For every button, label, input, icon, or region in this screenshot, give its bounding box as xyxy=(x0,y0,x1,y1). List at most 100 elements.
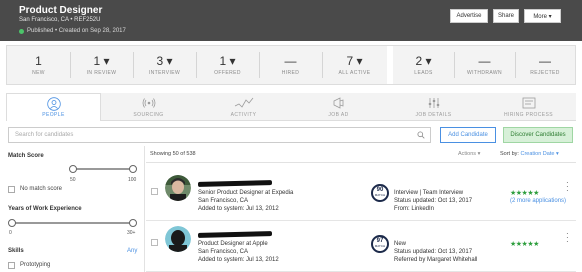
stat-label: REJECTED xyxy=(530,70,560,76)
rating-stars-icon[interactable]: ★★★★★ xyxy=(510,240,539,248)
kebab-menu-icon[interactable]: · · · xyxy=(566,179,569,195)
stat-offered[interactable]: 1 ▾ OFFERED xyxy=(196,46,259,84)
match-score-label: MATCH xyxy=(374,193,386,197)
pipeline-stats: 1 NEW 1 ▾ IN REVIEW 3 ▾ INTERVIEW 1 ▾ OF… xyxy=(6,45,576,85)
tab-label: HIRING PROCESS xyxy=(504,112,553,118)
tab-label: ACTIVITY xyxy=(230,112,257,118)
stat-value: 1 xyxy=(35,54,42,68)
add-candidate-button[interactable]: Add Candidate xyxy=(440,127,496,143)
candidate-avatar xyxy=(165,226,191,252)
discover-candidates-button[interactable]: Discover Candidates xyxy=(503,127,573,143)
experience-max-handle[interactable] xyxy=(129,219,137,227)
candidate-location: San Francisco, CA xyxy=(198,249,249,255)
no-match-score-label: No match score xyxy=(20,186,63,192)
stat-value: — xyxy=(284,54,297,68)
tab-label: JOB DETAILS xyxy=(415,112,452,118)
match-score-max-handle[interactable] xyxy=(129,165,137,173)
tab-job-ad[interactable]: JOB AD xyxy=(291,93,386,121)
broadcast-icon xyxy=(142,98,155,108)
stat-value: 1 ▾ xyxy=(93,54,110,68)
candidate-row[interactable]: Product Designer at Apple San Francisco,… xyxy=(146,221,576,272)
sort-dropdown[interactable]: Creation Date ▾ xyxy=(520,151,558,157)
stat-label: INTERVIEW xyxy=(148,70,181,76)
experience-min-label: 0 xyxy=(9,230,12,236)
stat-label: ALL ACTIVE xyxy=(338,70,371,76)
job-tabs: PEOPLE SOURCING ACTIVITY JOB AD JOB DETA… xyxy=(6,93,576,121)
more-applications-link[interactable]: (2 more applications) xyxy=(510,198,566,204)
candidate-status-updated: Status updated: Oct 13, 2017 xyxy=(394,249,473,255)
stat-leads[interactable]: 2 ▾ LEADS xyxy=(393,46,454,84)
stat-rejected[interactable]: — REJECTED xyxy=(515,46,575,84)
search-icon xyxy=(417,131,425,139)
results-count: Showing 50 of 538 xyxy=(150,151,196,157)
stat-interview[interactable]: 3 ▾ INTERVIEW xyxy=(133,46,196,84)
match-score-title: Match Score xyxy=(8,153,44,159)
stat-withdrawn[interactable]: — WITHDRAWN xyxy=(454,46,515,84)
sidebar-divider xyxy=(144,146,145,272)
stat-value: — xyxy=(478,54,491,68)
share-button[interactable]: Share xyxy=(493,9,519,23)
stat-value: 3 ▾ xyxy=(156,54,173,68)
candidate-checkbox[interactable] xyxy=(151,239,158,246)
tab-label: JOB AD xyxy=(328,112,349,118)
candidate-added-date: Added to system: Jul 13, 2012 xyxy=(198,206,279,212)
advertise-button[interactable]: Advertise xyxy=(450,9,488,23)
job-status: Published • Created on Sep 28, 2017 xyxy=(19,28,126,34)
match-score-label: MATCH xyxy=(374,244,386,248)
match-score-slider[interactable] xyxy=(72,168,132,170)
actions-dropdown[interactable]: Actions ▾ xyxy=(458,151,480,157)
skills-title: Skills xyxy=(8,248,24,254)
skill-label: Prototyping xyxy=(20,262,51,268)
candidate-checkbox[interactable] xyxy=(151,188,158,195)
stat-in-review[interactable]: 1 ▾ IN REVIEW xyxy=(70,46,133,84)
candidate-stage: New xyxy=(394,241,407,247)
skill-checkbox[interactable] xyxy=(8,262,15,269)
experience-min-handle[interactable] xyxy=(8,219,16,227)
stat-new[interactable]: 1 NEW xyxy=(7,46,70,84)
experience-slider[interactable] xyxy=(11,222,133,224)
stat-value: — xyxy=(539,54,551,68)
candidate-title: Senior Product Designer at Expedia xyxy=(198,190,294,196)
stat-value: 2 ▾ xyxy=(415,54,432,68)
rating-stars-icon[interactable]: ★★★★★ xyxy=(510,189,539,197)
activity-icon xyxy=(234,97,253,108)
candidate-stage: Interview | Team Interview xyxy=(394,190,464,196)
published-dot-icon xyxy=(19,28,24,34)
skills-any-link[interactable]: Any xyxy=(127,248,137,254)
candidate-row[interactable]: Senior Product Designer at Expedia San F… xyxy=(146,170,576,221)
job-header: Product Designer San Francisco, CA • REF… xyxy=(0,0,582,41)
kebab-menu-icon[interactable]: · · · xyxy=(566,230,569,246)
candidate-source: Referred by Margaret Whitehall xyxy=(394,257,478,263)
tab-hiring-process[interactable]: HIRING PROCESS xyxy=(481,93,576,121)
experience-max-label: 30+ xyxy=(127,230,136,236)
match-score-min-handle[interactable] xyxy=(69,165,77,173)
match-score-min-label: 50 xyxy=(70,177,76,183)
process-icon xyxy=(522,97,535,109)
stat-value: 1 ▾ xyxy=(219,54,236,68)
redacted-name xyxy=(197,231,273,238)
candidate-search-input[interactable]: Search for candidates xyxy=(8,127,431,143)
job-location-ref: San Francisco, CA • REF252U xyxy=(19,17,101,23)
results-divider xyxy=(146,162,576,163)
match-score-badge: 90 MATCH xyxy=(371,184,389,202)
tab-job-details[interactable]: JOB DETAILS xyxy=(386,93,481,121)
megaphone-icon xyxy=(333,97,343,109)
stat-all-active[interactable]: 7 ▾ ALL ACTIVE xyxy=(322,46,387,84)
sort-label: Sort by: xyxy=(500,151,519,157)
no-match-score-checkbox[interactable] xyxy=(8,186,15,193)
candidate-status-updated: Status updated: Oct 13, 2017 xyxy=(394,198,473,204)
tab-label: SOURCING xyxy=(133,112,164,118)
stat-label: HIRED xyxy=(281,70,300,76)
sliders-icon xyxy=(428,98,439,108)
tab-people[interactable]: PEOPLE xyxy=(6,93,101,121)
stat-label: OFFERED xyxy=(214,70,241,76)
candidate-location: San Francisco, CA xyxy=(198,198,249,204)
job-status-text: Published • Created on Sep 28, 2017 xyxy=(27,28,126,34)
candidate-avatar xyxy=(165,175,191,201)
sort-control: Sort by: Creation Date ▾ xyxy=(500,151,559,157)
tab-activity[interactable]: ACTIVITY xyxy=(196,93,291,121)
tab-sourcing[interactable]: SOURCING xyxy=(101,93,196,121)
more-button[interactable]: More ▾ xyxy=(524,9,561,23)
stat-hired[interactable]: — HIRED xyxy=(259,46,322,84)
stat-value: 7 ▾ xyxy=(346,54,363,68)
